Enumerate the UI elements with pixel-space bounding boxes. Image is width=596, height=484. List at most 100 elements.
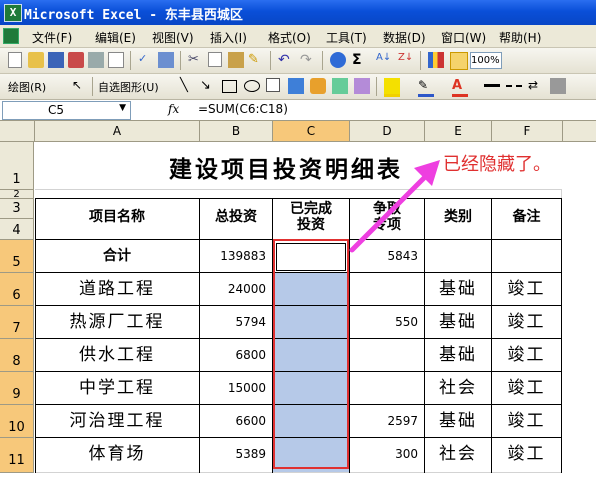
select-all-button[interactable] [0, 121, 35, 141]
formula-input[interactable]: =SUM(C6:C18) [198, 102, 288, 116]
undo-icon[interactable]: ↶ [278, 52, 294, 68]
oval-icon[interactable] [244, 80, 260, 92]
cell-f6[interactable]: 竣工 [492, 273, 562, 306]
cell-a9[interactable]: 中学工程 [35, 372, 200, 405]
cell-f7[interactable]: 竣工 [492, 306, 562, 339]
menu-insert[interactable]: 插入(I) [210, 29, 247, 46]
header-project-name[interactable]: 项目名称 [35, 199, 200, 240]
cell-a11[interactable]: 体育场 [35, 438, 200, 473]
format-painter-icon[interactable]: ✎ [248, 52, 264, 68]
cell-f11[interactable]: 竣工 [492, 438, 562, 473]
clipart-icon[interactable] [332, 78, 348, 94]
cell-d9[interactable] [350, 372, 425, 405]
select-objects-icon[interactable]: ↖ [72, 78, 88, 94]
fx-icon[interactable]: fx [168, 102, 179, 116]
arrow-icon[interactable]: ↘ [200, 78, 216, 94]
cell-f9[interactable]: 竣工 [492, 372, 562, 405]
cell-b10[interactable]: 6600 [200, 405, 273, 438]
column-header-d[interactable]: D [350, 121, 425, 141]
header-completed-investment[interactable]: 已完成 投资 [273, 199, 350, 240]
row-header-2[interactable]: 2 [0, 190, 34, 200]
menu-tools[interactable]: 工具(T) [326, 29, 367, 46]
save-icon[interactable] [48, 52, 64, 68]
row-header-10[interactable]: 10 [0, 405, 34, 438]
cell-e6[interactable]: 基础 [425, 273, 492, 306]
cell-b6[interactable]: 24000 [200, 273, 273, 306]
cell-a8[interactable]: 供水工程 [35, 339, 200, 372]
cell-e11[interactable]: 社会 [425, 438, 492, 473]
rectangle-icon[interactable] [222, 80, 237, 93]
cell-d7[interactable]: 550 [350, 306, 425, 339]
arrow-style-icon[interactable]: ⇄ [528, 78, 544, 94]
line-icon[interactable]: ╲ [180, 78, 196, 94]
chart-wizard-icon[interactable] [428, 52, 444, 68]
name-box[interactable]: C5 ▼ [2, 101, 131, 120]
new-icon[interactable] [8, 52, 22, 68]
cell-f10[interactable]: 竣工 [492, 405, 562, 438]
menu-window[interactable]: 窗口(W) [441, 29, 486, 46]
cell-b5[interactable]: 139883 [200, 240, 273, 273]
print-preview-icon[interactable] [108, 52, 124, 68]
row-header-4[interactable]: 4 [0, 219, 34, 240]
row-header-7[interactable]: 7 [0, 306, 34, 339]
textbox-icon[interactable] [266, 78, 280, 92]
cell-a5[interactable]: 合计 [35, 240, 200, 273]
menu-data[interactable]: 数据(D) [383, 29, 426, 46]
column-header-a[interactable]: A [35, 121, 200, 141]
zoom-box[interactable]: 100% [470, 52, 502, 69]
row-header-1[interactable]: 1 [0, 142, 34, 190]
cell-d10[interactable]: 2597 [350, 405, 425, 438]
column-header-f[interactable]: F [492, 121, 563, 141]
cell-b7[interactable]: 5794 [200, 306, 273, 339]
cell-b9[interactable]: 15000 [200, 372, 273, 405]
copy-icon[interactable] [208, 52, 222, 67]
open-icon[interactable] [28, 52, 44, 68]
shadow-icon[interactable] [550, 78, 566, 94]
row-header-11[interactable]: 11 [0, 438, 34, 473]
cell-a7[interactable]: 热源厂工程 [35, 306, 200, 339]
research-icon[interactable] [158, 52, 174, 68]
font-color-icon[interactable]: A [452, 78, 468, 97]
permission-icon[interactable] [68, 52, 84, 68]
header-total-investment[interactable]: 总投资 [200, 199, 273, 240]
autosum-icon[interactable]: Σ [352, 52, 368, 68]
picture-icon[interactable] [354, 78, 370, 94]
diagram-icon[interactable] [310, 78, 326, 94]
menu-help[interactable]: 帮助(H) [499, 29, 541, 46]
cell-b8[interactable]: 6800 [200, 339, 273, 372]
cell-d11[interactable]: 300 [350, 438, 425, 473]
cell-e10[interactable]: 基础 [425, 405, 492, 438]
menu-format[interactable]: 格式(O) [268, 29, 311, 46]
cell-b11[interactable]: 5389 [200, 438, 273, 473]
wordart-icon[interactable] [288, 78, 304, 94]
column-header-e[interactable]: E [425, 121, 492, 141]
cell-d8[interactable] [350, 339, 425, 372]
cell-e8[interactable]: 基础 [425, 339, 492, 372]
hyperlink-icon[interactable] [330, 52, 346, 68]
cell-d6[interactable] [350, 273, 425, 306]
cell-a6[interactable]: 道路工程 [35, 273, 200, 306]
sort-descending-icon[interactable]: Z↓ [398, 52, 414, 68]
draw-menu[interactable]: 绘图(R) [8, 79, 46, 95]
cell-e9[interactable]: 社会 [425, 372, 492, 405]
column-header-b[interactable]: B [200, 121, 273, 141]
cell-a10[interactable]: 河治理工程 [35, 405, 200, 438]
menu-file[interactable]: 文件(F) [32, 29, 72, 46]
print-icon[interactable] [88, 52, 104, 68]
row-header-5[interactable]: 5 [0, 240, 34, 273]
redo-icon[interactable]: ↷ [300, 52, 316, 68]
row-header-3[interactable]: 3 [0, 199, 34, 219]
column-header-c[interactable]: C [273, 121, 350, 141]
menu-view[interactable]: 视图(V) [152, 29, 194, 46]
row-header-6[interactable]: 6 [0, 273, 34, 306]
line-color-icon[interactable]: ✎ [418, 78, 434, 97]
workbook-icon[interactable] [3, 28, 19, 44]
menu-edit[interactable]: 编辑(E) [95, 29, 136, 46]
spelling-icon[interactable]: ✓ [138, 52, 154, 68]
row-header-8[interactable]: 8 [0, 339, 34, 372]
header-remarks[interactable]: 备注 [492, 199, 562, 240]
fill-color-icon[interactable] [384, 78, 400, 97]
row-header-9[interactable]: 9 [0, 372, 34, 405]
cell-e7[interactable]: 基础 [425, 306, 492, 339]
line-style-icon[interactable] [484, 84, 500, 88]
